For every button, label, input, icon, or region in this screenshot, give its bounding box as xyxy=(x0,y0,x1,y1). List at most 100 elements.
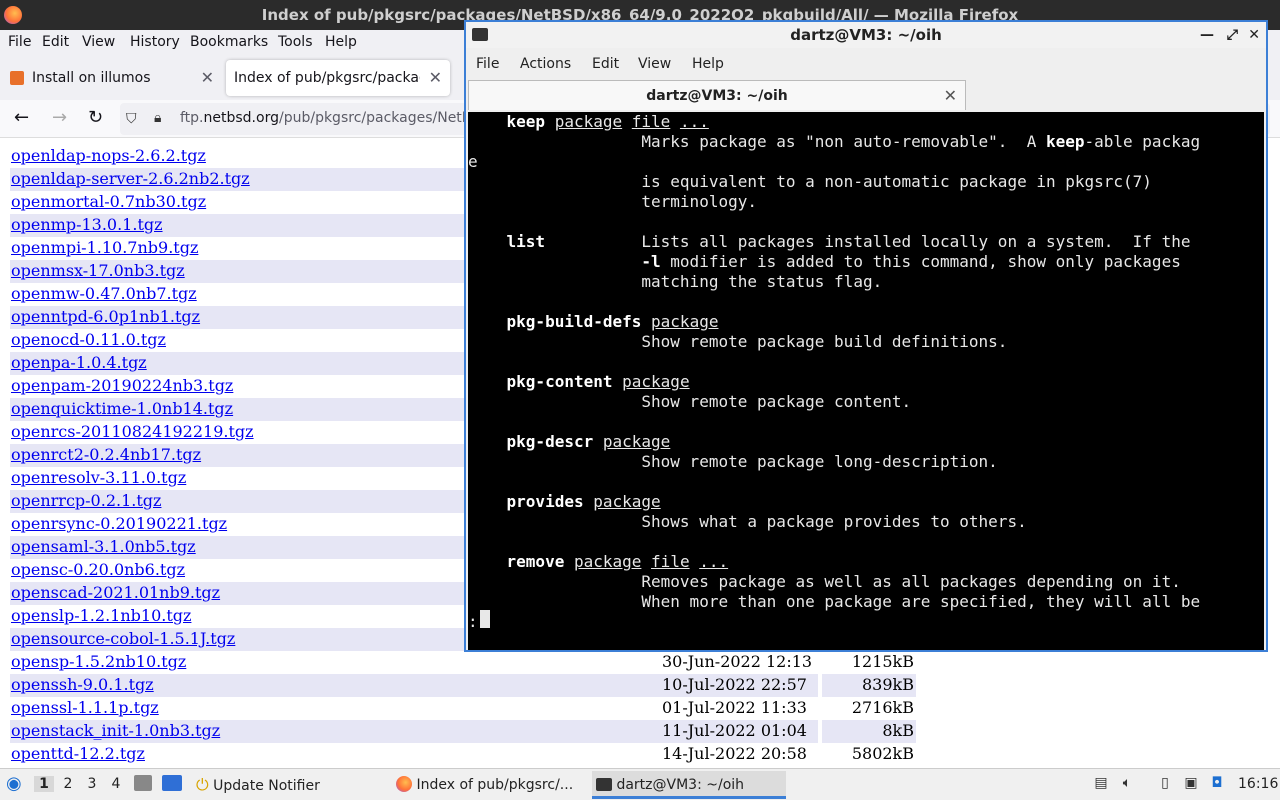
command-name: -l xyxy=(641,252,661,271)
terminal-cursor xyxy=(480,610,490,628)
terminal-line: -l modifier is added to this command, sh… xyxy=(468,252,1181,272)
file-size: 2716kB xyxy=(851,698,914,717)
volume-icon[interactable]: 🔈︎ xyxy=(1118,775,1136,793)
file-link[interactable]: openssh-9.0.1.tgz xyxy=(11,675,154,694)
reload-icon[interactable]: ↻ xyxy=(88,108,103,128)
file-manager-icon[interactable] xyxy=(134,775,152,791)
menu-view[interactable]: View xyxy=(82,34,115,50)
text-segment: Show remote package long-description. xyxy=(468,452,998,471)
terminal-line: When more than one package are specified… xyxy=(468,592,1200,612)
maximize-icon[interactable]: ⤢ xyxy=(1227,26,1238,44)
file-link[interactable]: opensc-0.20.0nb6.tgz xyxy=(11,560,185,579)
file-link[interactable]: openpa-1.0.4.tgz xyxy=(11,353,147,372)
tab-label: Install on illumos xyxy=(32,70,151,86)
table-row: openstack_init-1.0nb3.tgz 11-Jul-2022 01:… xyxy=(10,720,916,743)
firefox-icon xyxy=(396,776,412,792)
back-icon[interactable]: ← xyxy=(14,108,29,128)
text-segment xyxy=(468,112,507,131)
terminal-line: matching the status flag. xyxy=(468,272,882,292)
workspace-3[interactable]: 3 xyxy=(82,776,102,792)
argument: ... xyxy=(699,552,729,571)
network-icon[interactable]: ▣ xyxy=(1182,775,1200,793)
file-date: 01-Jul-2022 11:33 xyxy=(662,698,807,717)
lock-icon[interactable]: 🔒︎ xyxy=(154,110,161,126)
file-link[interactable]: openrsync-0.20190221.tgz xyxy=(11,514,227,533)
file-link[interactable]: openmw-0.47.0nb7.tgz xyxy=(11,284,197,303)
forward-icon[interactable]: → xyxy=(52,108,67,128)
file-link[interactable]: openntpd-6.0p1nb1.tgz xyxy=(11,307,200,326)
argument: package xyxy=(602,432,671,451)
text-segment xyxy=(641,312,651,331)
file-link[interactable]: openquicktime-1.0nb14.tgz xyxy=(11,399,233,418)
file-size: 839kB xyxy=(862,675,914,694)
file-link[interactable]: openocd-0.11.0.tgz xyxy=(11,330,166,349)
file-size: 8kB xyxy=(882,721,914,740)
workspace-1[interactable]: 1 xyxy=(34,776,54,792)
term-menu-edit[interactable]: Edit xyxy=(592,56,619,72)
workspace-4[interactable]: 4 xyxy=(106,776,126,792)
terminal-icon xyxy=(472,28,488,41)
tab-index-of-pkgsrc[interactable]: Index of pub/pkgsrc/packag ✕ xyxy=(226,60,450,96)
file-link[interactable]: openrcs-20110824192219.tgz xyxy=(11,422,254,441)
file-link[interactable]: openttd-12.2.tgz xyxy=(11,744,145,763)
file-link[interactable]: openpam-20190224nb3.tgz xyxy=(11,376,233,395)
notification-icon[interactable]: ◘ xyxy=(1208,775,1226,793)
file-link[interactable]: openmortal-0.7nb30.tgz xyxy=(11,192,206,211)
trash-icon[interactable]: ▤ xyxy=(1092,775,1110,793)
task-terminal[interactable]: dartz@VM3: ~/oih xyxy=(592,771,786,799)
file-link[interactable]: opensaml-3.1.0nb5.tgz xyxy=(11,537,196,556)
tab-label: Index of pub/pkgsrc/packag xyxy=(234,70,420,86)
file-link[interactable]: openstack_init-1.0nb3.tgz xyxy=(11,721,220,740)
text-segment xyxy=(468,432,507,451)
desktop-icon[interactable] xyxy=(162,775,182,791)
workspace-2[interactable]: 2 xyxy=(58,776,78,792)
column-separator xyxy=(818,743,822,766)
package-icon xyxy=(10,71,24,85)
minimize-icon[interactable]: — xyxy=(1200,26,1214,44)
task-firefox[interactable]: Index of pub/pkgsrc/... xyxy=(392,771,588,799)
menu-bookmarks[interactable]: Bookmarks xyxy=(190,34,268,50)
term-menu-file[interactable]: File xyxy=(476,56,499,72)
shield-icon[interactable]: ⛉ xyxy=(126,111,137,127)
close-icon[interactable]: ✕ xyxy=(1248,26,1260,44)
file-link[interactable]: openmp-13.0.1.tgz xyxy=(11,215,163,234)
text-segment: When more than one package are specified… xyxy=(468,592,1201,611)
close-tab-icon[interactable]: ✕ xyxy=(201,60,214,96)
term-menu-view[interactable]: View xyxy=(638,56,671,72)
term-menu-help[interactable]: Help xyxy=(692,56,724,72)
start-menu-icon[interactable]: ◉ xyxy=(6,773,22,794)
text-segment: matching the status flag. xyxy=(468,272,883,291)
terminal-output[interactable]: keep package file ... Marks package as "… xyxy=(468,112,1264,650)
clock[interactable]: 16:16 xyxy=(1238,776,1278,792)
file-link[interactable]: openslp-1.2.1nb10.tgz xyxy=(11,606,191,625)
menu-history[interactable]: History xyxy=(130,34,180,50)
terminal-line: e xyxy=(468,152,478,172)
file-link[interactable]: opensp-1.5.2nb10.tgz xyxy=(11,652,186,671)
menu-file[interactable]: File xyxy=(8,34,31,50)
firefox-logo-icon xyxy=(4,6,22,24)
file-link[interactable]: openscad-2021.01nb9.tgz xyxy=(11,583,220,602)
menu-help[interactable]: Help xyxy=(325,34,357,50)
task-update-notifier[interactable]: ⏻ Update Notifier xyxy=(192,771,388,799)
menu-tools[interactable]: Tools xyxy=(278,34,313,50)
file-link[interactable]: openmsx-17.0nb3.tgz xyxy=(11,261,185,280)
file-link[interactable]: openssl-1.1.1p.tgz xyxy=(11,698,159,717)
file-link[interactable]: openresolv-3.11.0.tgz xyxy=(11,468,186,487)
tab-install-on-illumos[interactable]: Install on illumos ✕ xyxy=(4,60,222,96)
close-tab-icon[interactable]: ✕ xyxy=(429,60,442,96)
file-link[interactable]: openldap-nops-2.6.2.tgz xyxy=(11,146,206,165)
text-segment: modifier is added to this command, show … xyxy=(660,252,1181,271)
menu-edit[interactable]: Edit xyxy=(42,34,69,50)
terminal-line: Marks package as "non auto-removable". A… xyxy=(468,132,1200,152)
close-tab-icon[interactable]: ✕ xyxy=(944,81,957,111)
term-menu-actions[interactable]: Actions xyxy=(520,56,571,72)
file-link[interactable]: openrct2-0.2.4nb17.tgz xyxy=(11,445,201,464)
file-link[interactable]: openrrcp-0.2.1.tgz xyxy=(11,491,161,510)
clipboard-icon[interactable]: ▯ xyxy=(1156,775,1174,793)
file-link[interactable]: opensource-cobol-1.5.1J.tgz xyxy=(11,629,235,648)
file-link[interactable]: openldap-server-2.6.2nb2.tgz xyxy=(11,169,250,188)
file-link[interactable]: openmpi-1.10.7nb9.tgz xyxy=(11,238,198,257)
terminal-tab[interactable]: dartz@VM3: ~/oih ✕ xyxy=(468,80,966,110)
text-segment xyxy=(564,552,574,571)
text-segment xyxy=(468,552,507,571)
